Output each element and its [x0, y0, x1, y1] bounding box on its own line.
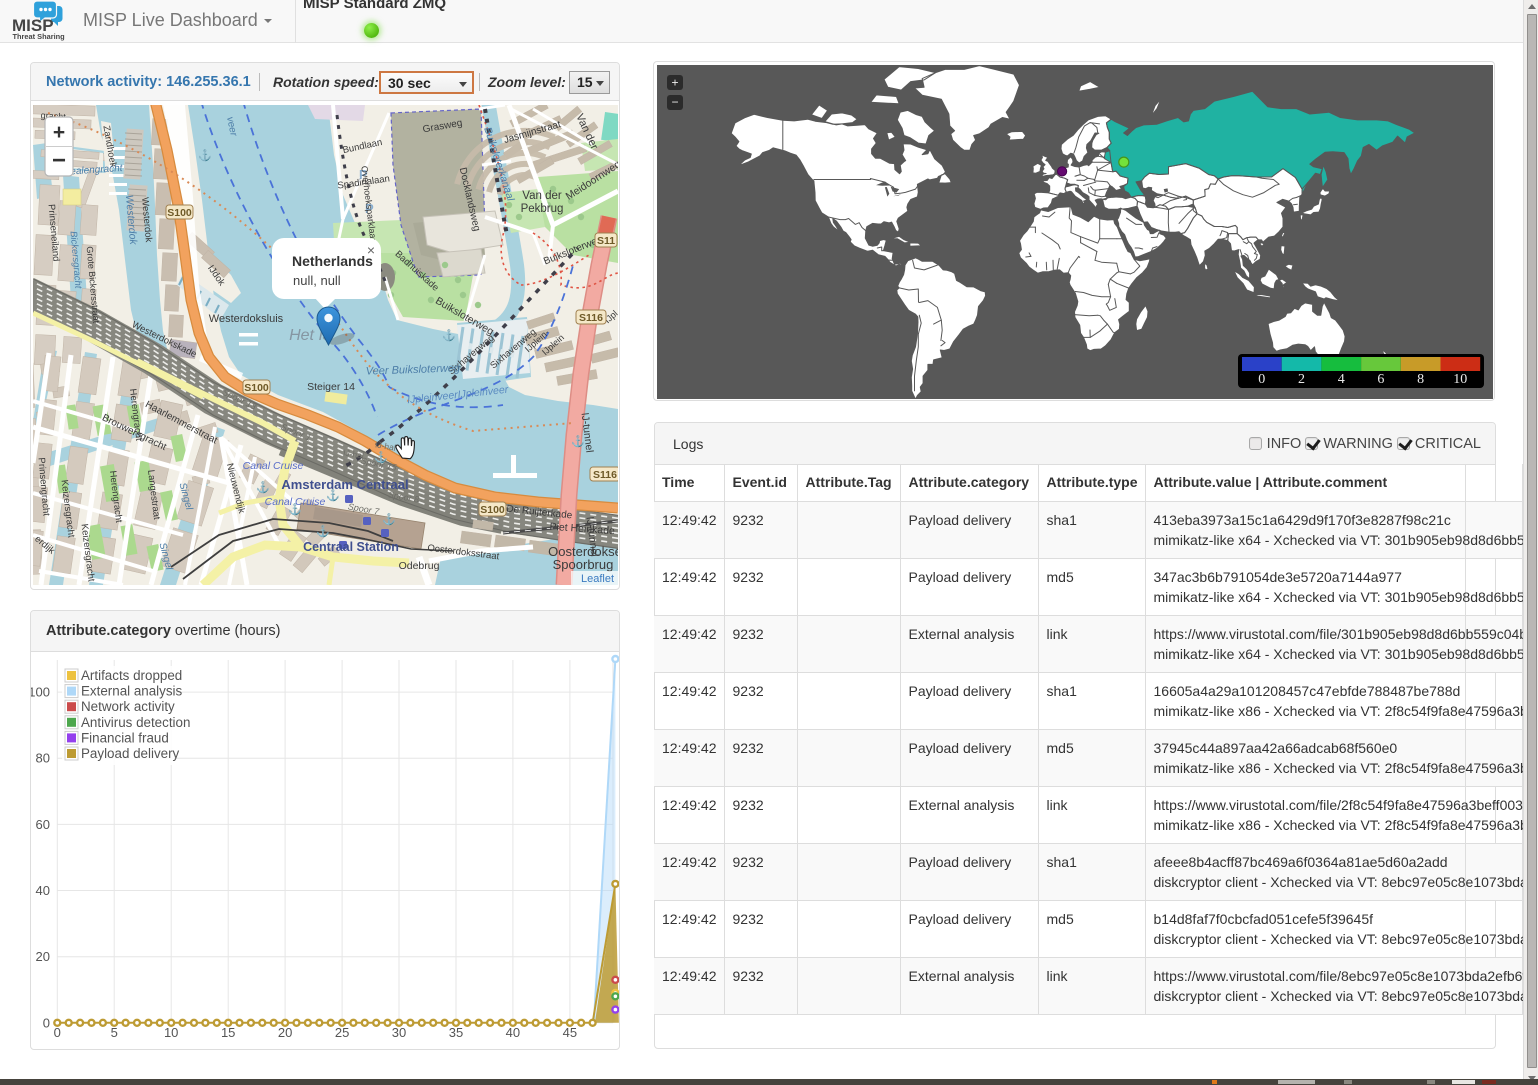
svg-text:⚓: ⚓: [316, 525, 330, 538]
svg-text:⚓: ⚓: [442, 329, 456, 342]
svg-text:−: −: [52, 147, 66, 174]
svg-text:null, null: null, null: [293, 273, 341, 288]
svg-text:0: 0: [43, 1015, 50, 1030]
svg-text:Westerdoksluis: Westerdoksluis: [209, 313, 284, 325]
svg-text:80: 80: [36, 751, 50, 766]
svg-text:Threat Sharing: Threat Sharing: [13, 32, 66, 41]
svg-text:S11: S11: [597, 235, 615, 247]
svg-text:20: 20: [278, 1025, 292, 1040]
svg-text:25: 25: [335, 1025, 349, 1040]
svg-text:8: 8: [1417, 372, 1424, 387]
svg-text:×: ×: [367, 242, 375, 258]
svg-text:External analysis: External analysis: [81, 684, 183, 699]
svg-text:40: 40: [506, 1025, 520, 1040]
svg-text:60: 60: [36, 817, 50, 832]
svg-text:+: +: [671, 76, 678, 90]
svg-text:Centraal Station: Centraal Station: [303, 540, 399, 554]
svg-text:10: 10: [1453, 372, 1467, 387]
svg-text:⚓: ⚓: [382, 513, 396, 526]
svg-text:45: 45: [563, 1025, 577, 1040]
svg-text:−: −: [671, 95, 678, 109]
svg-text:15: 15: [221, 1025, 235, 1040]
svg-text:Steiger 14: Steiger 14: [307, 381, 355, 393]
svg-text:S116: S116: [593, 469, 617, 481]
svg-text:Antivirus detection: Antivirus detection: [81, 715, 190, 730]
svg-text:4: 4: [1338, 372, 1345, 387]
svg-text:S116: S116: [579, 312, 603, 324]
svg-text:100: 100: [31, 685, 50, 700]
svg-text:Leaflet: Leaflet: [581, 573, 614, 585]
svg-text:Network activity: Network activity: [81, 699, 175, 714]
svg-text:10: 10: [164, 1025, 178, 1040]
svg-text:0: 0: [1258, 372, 1265, 387]
svg-text:20: 20: [36, 949, 50, 964]
svg-text:40: 40: [36, 883, 50, 898]
svg-text:Odebrug: Odebrug: [399, 560, 440, 572]
svg-text:⚓: ⚓: [198, 149, 212, 162]
svg-text:Pekbrug: Pekbrug: [521, 203, 564, 215]
svg-text:Netherlands: Netherlands: [292, 253, 373, 269]
svg-text:Artifacts dropped: Artifacts dropped: [81, 668, 182, 683]
svg-text:+: +: [53, 121, 65, 144]
svg-text:6: 6: [1377, 372, 1384, 387]
svg-text:30: 30: [392, 1025, 406, 1040]
svg-text:S100: S100: [167, 207, 192, 219]
svg-text:Spoorbrug: Spoorbrug: [553, 557, 614, 572]
svg-text:Financial fraud: Financial fraud: [81, 730, 169, 745]
svg-text:S100: S100: [480, 504, 505, 516]
svg-text:0: 0: [54, 1025, 61, 1040]
svg-text:S100: S100: [244, 382, 269, 394]
svg-text:2: 2: [1298, 372, 1305, 387]
svg-text:Van der: Van der: [522, 190, 562, 202]
svg-text:⚓: ⚓: [256, 481, 270, 494]
svg-text:Canal Cruise: Canal Cruise: [265, 496, 326, 508]
svg-text:5: 5: [111, 1025, 118, 1040]
svg-text:Payload delivery: Payload delivery: [81, 746, 180, 761]
svg-text:Canal Cruise: Canal Cruise: [243, 460, 304, 472]
svg-text:35: 35: [449, 1025, 463, 1040]
